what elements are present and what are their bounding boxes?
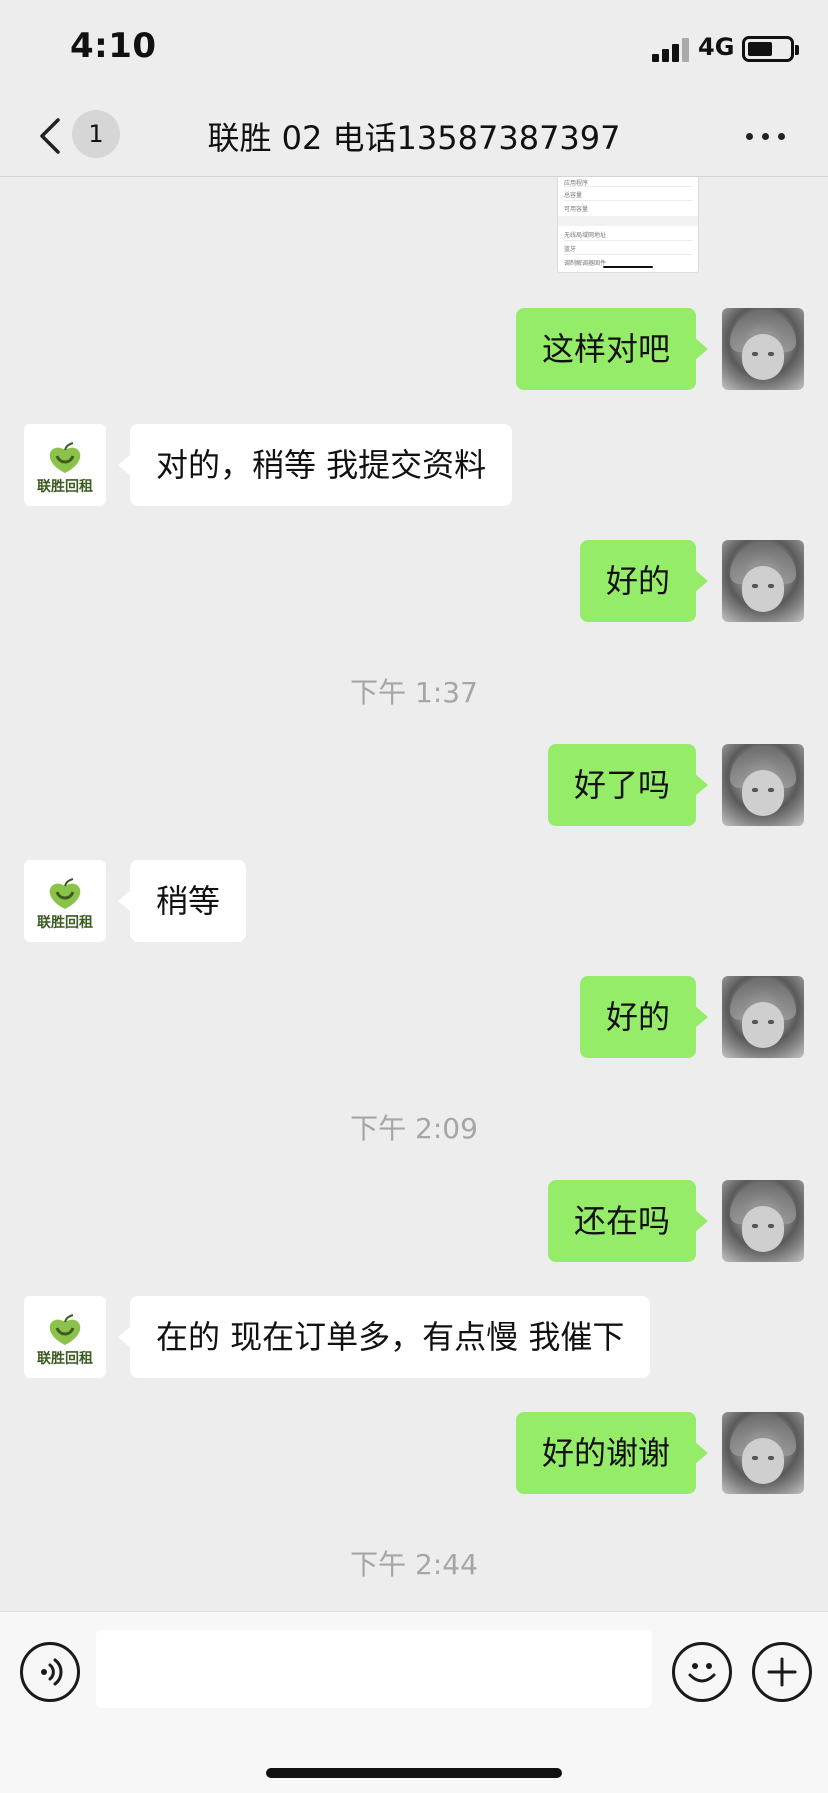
message-row: 好的: [0, 976, 828, 1058]
my-avatar[interactable]: [722, 540, 804, 622]
my-avatar[interactable]: [722, 744, 804, 826]
message-row: 联胜回租 对的，稍等 我提交资料: [0, 424, 828, 506]
contact-avatar[interactable]: 联胜回租: [24, 1296, 106, 1378]
contact-logo-text: 联胜回租: [37, 915, 93, 931]
contact-logo-text: 联胜回租: [37, 1351, 93, 1367]
unread-count-badge[interactable]: 1: [72, 110, 120, 158]
message-bubble[interactable]: 这样对吧: [515, 308, 709, 390]
status-bar: 4:10 4G: [0, 0, 828, 96]
battery-icon: [742, 36, 799, 62]
signal-icon: [652, 38, 690, 62]
more-options-icon[interactable]: [740, 120, 790, 150]
message-row: 好的: [0, 540, 828, 622]
message-list[interactable]: 应用程序 总容量 可用容量 无线局域网地址 蓝牙 调制解调器固件 这样对吧 联胜…: [0, 177, 828, 1610]
smiley-icon: [688, 1663, 716, 1683]
shared-image-row: 无线局域网地址: [564, 232, 607, 239]
contact-avatar[interactable]: 联胜回租: [24, 860, 106, 942]
status-time: 4:10: [70, 26, 157, 66]
apple-logo-icon: [49, 442, 81, 473]
apple-logo-icon: [49, 1314, 81, 1345]
message-bubble[interactable]: 好的: [579, 540, 709, 622]
chat-header: 1 联胜 02 电话13587387397: [0, 96, 828, 177]
network-type: 4G: [698, 33, 735, 61]
message-bubble[interactable]: 好的谢谢: [515, 1412, 709, 1494]
shared-image-row: 可用容量: [564, 206, 589, 213]
input-bar: [0, 1611, 828, 1793]
timestamp: 下午 2:44: [350, 1548, 478, 1581]
message-bubble[interactable]: 对的，稍等 我提交资料: [117, 424, 513, 506]
more-functions-button[interactable]: [752, 1642, 812, 1702]
shared-image-row: 总容量: [564, 192, 583, 199]
plus-icon: [767, 1657, 797, 1687]
shared-image-row: 调制解调器固件: [564, 260, 607, 267]
timestamp: 下午 2:09: [350, 1112, 478, 1145]
contact-avatar[interactable]: 联胜回租: [24, 424, 106, 506]
shared-image-row: 蓝牙: [564, 246, 577, 253]
voice-input-button[interactable]: [20, 1642, 80, 1702]
apple-logo-icon: [49, 878, 81, 909]
contact-logo-text: 联胜回租: [37, 479, 93, 495]
message-row: 联胜回租 稍等: [0, 860, 828, 942]
chevron-left-icon: [40, 118, 60, 154]
message-row: 联胜回租 在的 现在订单多，有点慢 我催下: [0, 1296, 828, 1378]
message-bubble[interactable]: 好的: [579, 976, 709, 1058]
message-input[interactable]: [96, 1630, 652, 1708]
message-row: 好的谢谢: [0, 1412, 828, 1494]
my-avatar[interactable]: [722, 976, 804, 1058]
timestamp: 下午 1:37: [350, 676, 478, 709]
shared-screenshot-image[interactable]: 应用程序 总容量 可用容量 无线局域网地址 蓝牙 调制解调器固件: [557, 177, 699, 273]
message-bubble[interactable]: 稍等: [117, 860, 247, 942]
message-bubble[interactable]: 好了吗: [547, 744, 709, 826]
my-avatar[interactable]: [722, 1180, 804, 1262]
back-button[interactable]: [36, 114, 66, 158]
my-avatar[interactable]: [722, 308, 804, 390]
voice-icon: [41, 1658, 63, 1686]
message-row: 好了吗: [0, 744, 828, 826]
chat-title: 联胜 02 电话13587387397: [207, 119, 621, 157]
message-row: 这样对吧: [0, 308, 828, 390]
my-avatar[interactable]: [722, 1412, 804, 1494]
message-bubble[interactable]: 在的 现在订单多，有点慢 我催下: [117, 1296, 651, 1378]
emoji-button[interactable]: [672, 1642, 732, 1702]
message-bubble[interactable]: 还在吗: [547, 1180, 709, 1262]
home-indicator[interactable]: [266, 1768, 562, 1778]
message-row: 还在吗: [0, 1180, 828, 1262]
